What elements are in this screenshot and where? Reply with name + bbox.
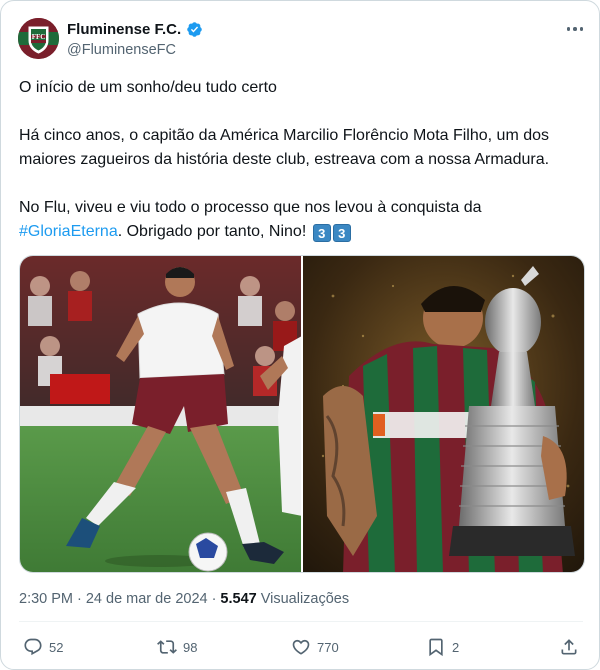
share-button[interactable] <box>559 637 579 657</box>
player-kissing-trophy-photo[interactable] <box>303 256 584 572</box>
more-options-icon[interactable] <box>563 19 587 39</box>
tweet-paragraph-3-prefix: No Flu, viveu e viu todo o processo que … <box>19 199 482 216</box>
soccer-player-on-field-photo[interactable] <box>20 256 301 572</box>
retweet-icon <box>157 640 177 654</box>
views-count: 5.547 <box>220 591 257 607</box>
retweet-button[interactable]: 98 <box>157 637 197 657</box>
media-grid <box>19 255 585 573</box>
display-name[interactable]: Fluminense F.C. <box>67 21 181 38</box>
reply-button[interactable]: 52 <box>23 637 63 657</box>
tweet-line-1: O início de um sonho/deu tudo certo <box>19 79 277 96</box>
keycap-emoji: 3 <box>332 224 351 242</box>
divider <box>19 621 583 622</box>
avatar[interactable]: FFC <box>18 18 59 59</box>
views-label: Visualizações <box>260 591 350 607</box>
meta-separator: · <box>211 591 217 607</box>
action-bar: 52 98 770 2 <box>1 637 600 663</box>
hashtag-link[interactable]: #GloriaEterna <box>19 223 118 240</box>
bookmark-icon <box>429 638 443 657</box>
verified-badge-icon <box>187 22 202 37</box>
tweet-meta: 2:30 PM · 24 de mar de 2024 · 5.547 Visu… <box>19 591 349 607</box>
tweet-text: O início de um sonho/deu tudo certo Há c… <box>19 76 589 244</box>
reply-count: 52 <box>49 639 64 655</box>
tweet-card: FFC Fluminense F.C. @FluminenseFC O iníc… <box>0 0 600 670</box>
tweet-time[interactable]: 2:30 PM <box>19 591 73 607</box>
account-handle[interactable]: @FluminenseFC <box>67 42 176 58</box>
heart-icon <box>292 639 310 655</box>
svg-text:FFC: FFC <box>32 33 46 41</box>
reply-icon <box>24 638 42 656</box>
meta-separator: · <box>77 591 82 607</box>
bookmark-button[interactable]: 2 <box>426 637 459 657</box>
tweet-paragraph-2: Há cinco anos, o capitão da América Marc… <box>19 127 550 168</box>
tweet-paragraph-3: No Flu, viveu e viu todo o processo que … <box>19 196 589 244</box>
like-button[interactable]: 770 <box>291 637 339 657</box>
account-name-row[interactable]: Fluminense F.C. <box>67 21 203 38</box>
keycap-emoji: 3 <box>312 224 331 242</box>
tweet-date[interactable]: 24 de mar de 2024 <box>86 591 208 607</box>
tweet-paragraph-3-suffix: . Obrigado por tanto, Nino! <box>117 223 307 240</box>
like-count: 770 <box>317 639 339 655</box>
share-icon <box>561 639 577 655</box>
bookmark-count: 2 <box>452 639 460 655</box>
retweet-count: 98 <box>183 639 198 655</box>
